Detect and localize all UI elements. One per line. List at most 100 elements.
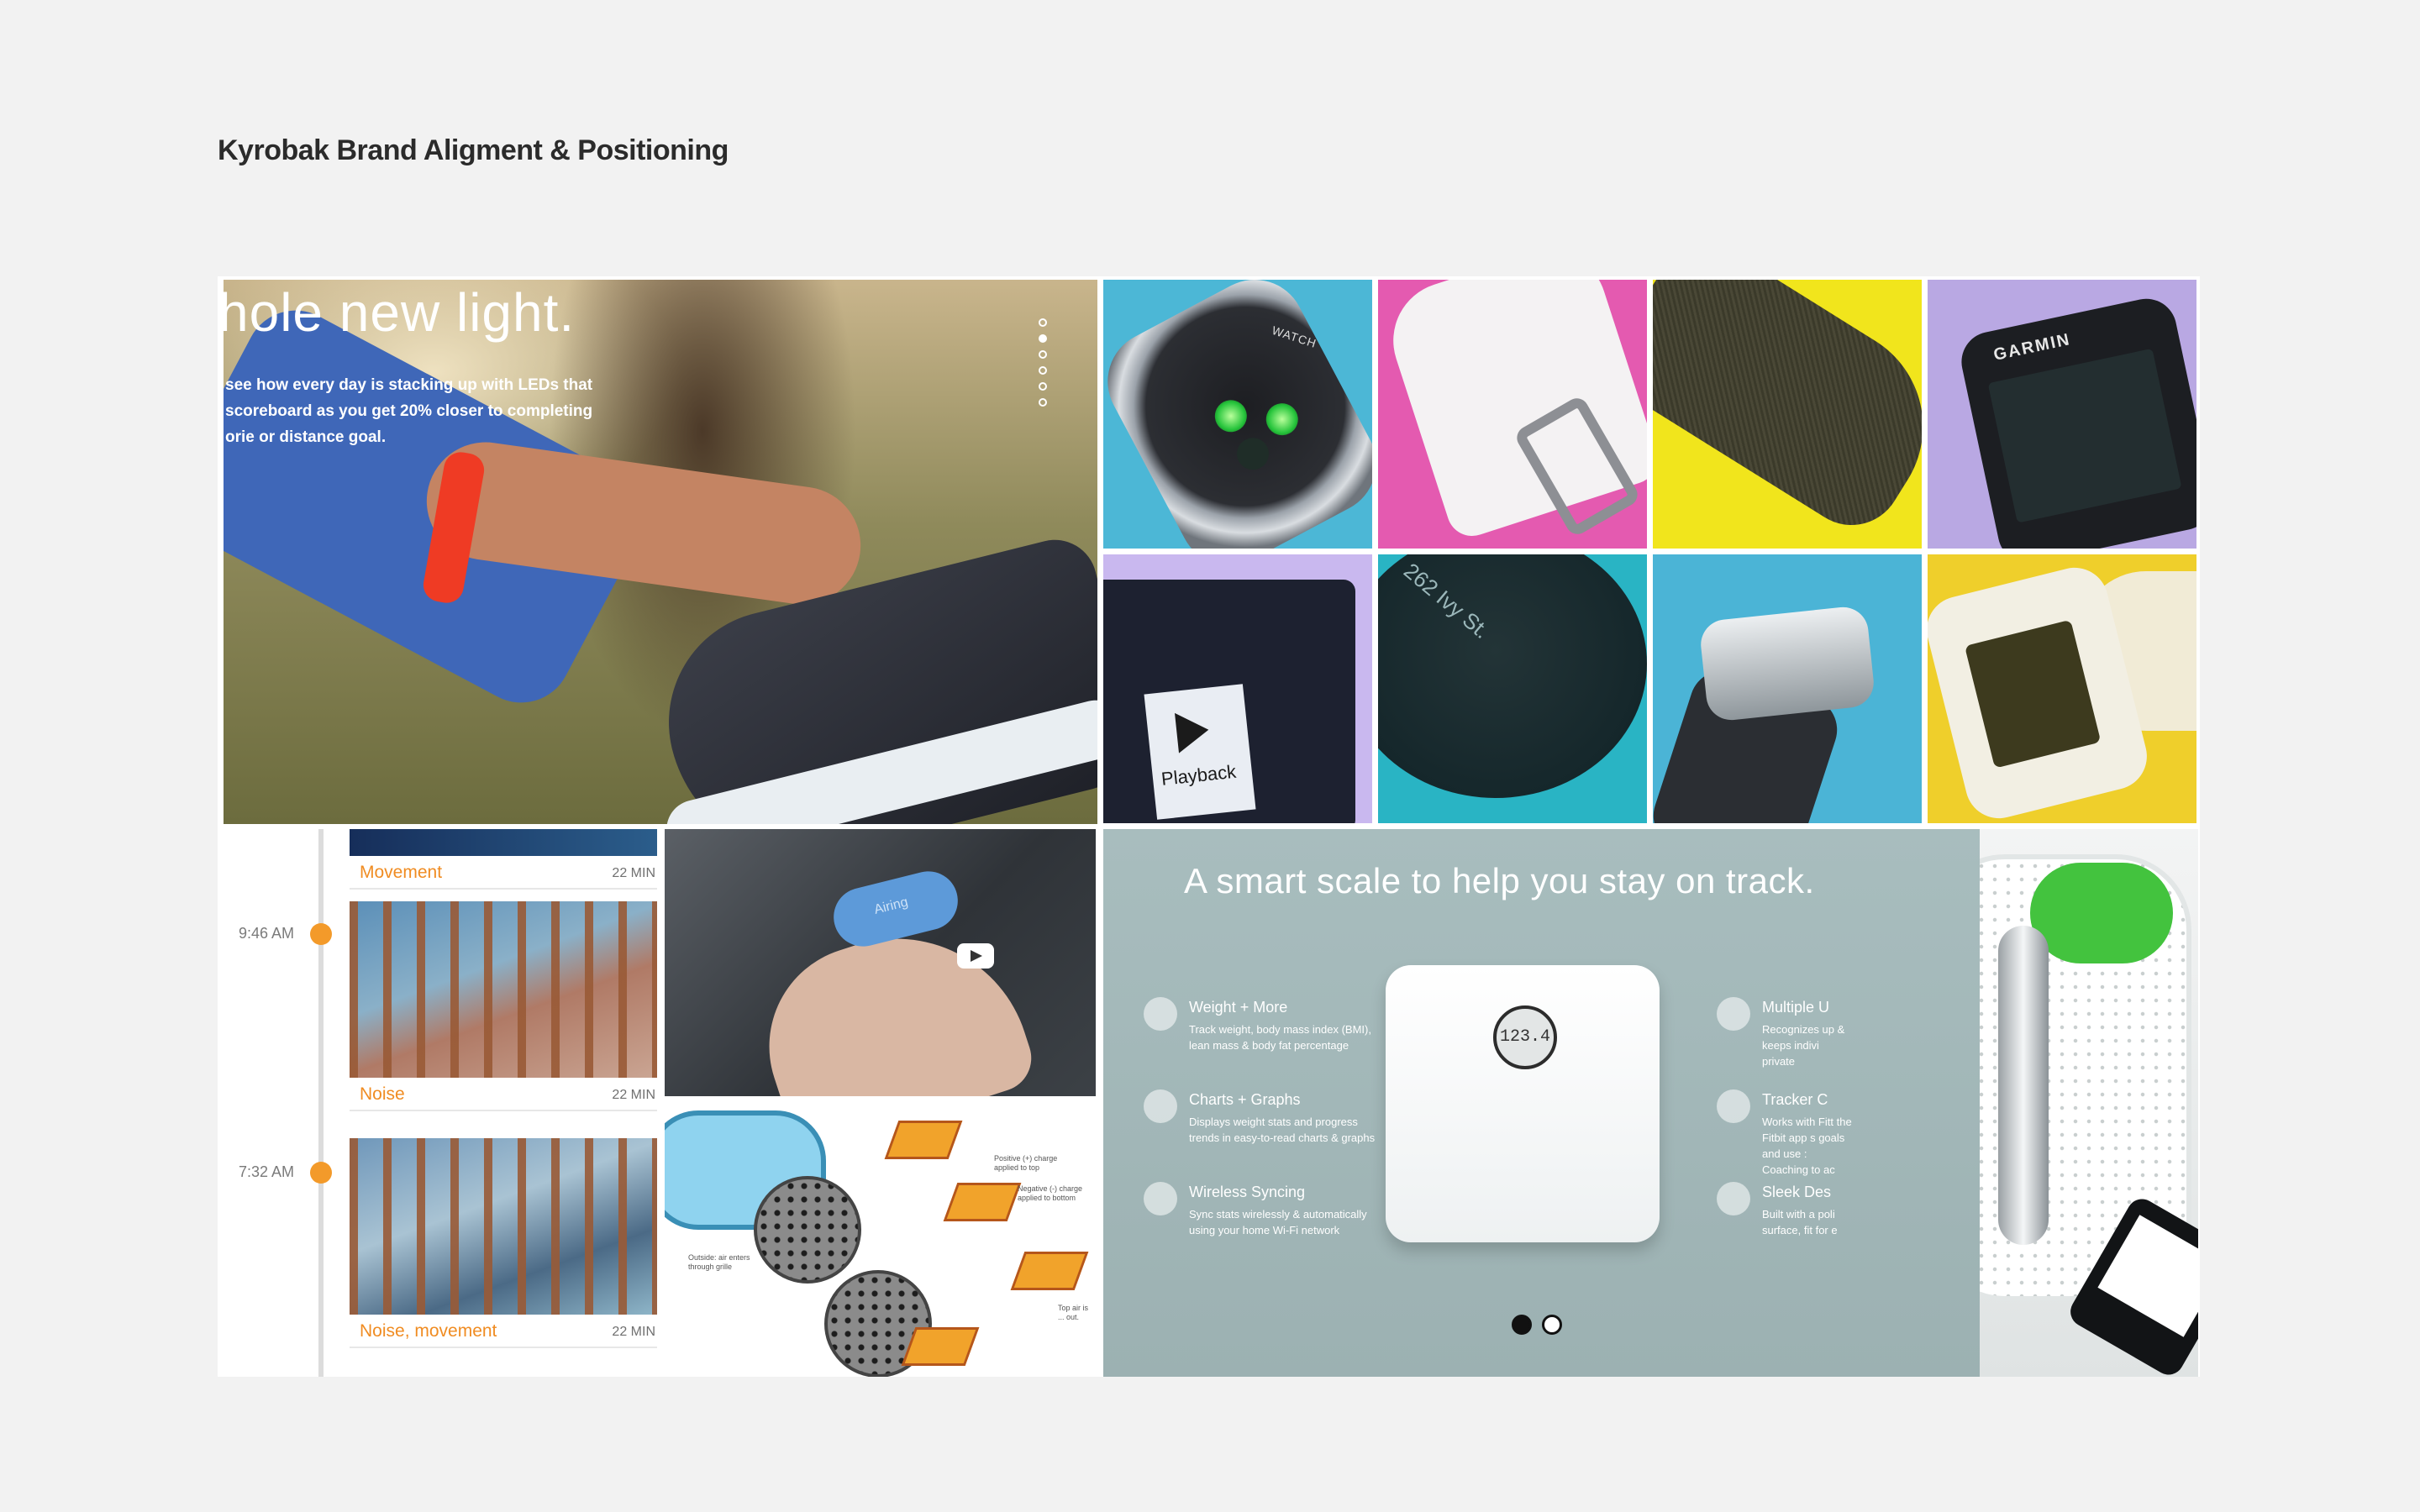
hero-slide-dot[interactable] [1039,382,1047,391]
moodboard: hole new light. see how every day is sta… [218,276,2200,1377]
diagram-plate [901,1327,980,1366]
hero-slide-dot[interactable] [1039,366,1047,375]
timeline-entry-meta: Noise, movement 22 MIN [350,1315,657,1348]
gopro-screen: Playback [1144,684,1256,820]
smart-scale-image: 123.4 [1386,965,1660,1242]
scale-feature: Tracker C Works with Fitt the Fitbit app… [1717,1089,1854,1178]
garmin-watch-image: GARMIN [1955,293,2196,549]
scale-readout: 123.4 [1493,1005,1557,1069]
diagram-plate [943,1183,1022,1221]
bp-monitor-tube [1998,926,2049,1245]
tile-yellow-band[interactable] [1653,280,1922,549]
diagram-plate [1010,1252,1089,1290]
timeline-node[interactable] [310,923,332,945]
scale-feature-title: Weight + More [1189,999,1288,1016]
garmin-screen [1987,348,2182,523]
hero-slide-dot[interactable] [1039,350,1047,359]
timeline-rail [318,829,324,1377]
pebble-screen [1964,619,2102,769]
timeline-entry[interactable]: Noise 22 MIN [350,901,657,1111]
scale-feature-title: Tracker C [1762,1091,1828,1108]
timeline-node[interactable] [310,1162,332,1184]
tile-pebble-watch[interactable] [1928,554,2196,823]
wifi-icon [1144,1182,1177,1215]
scale-feature-desc: Displays weight stats and progress trend… [1189,1116,1376,1144]
scale-feature: Wireless Syncing Sync stats wirelessly &… [1144,1182,1391,1238]
diagram-note: Negative (-) charge applied to bottom [1018,1184,1083,1202]
smartphone-screen [2097,1215,2198,1337]
scale-feature: Multiple U Recognizes up & keeps indivi … [1717,997,1854,1069]
hero-slide-dot-active[interactable] [1039,334,1047,343]
blood-pressure-monitor[interactable] [1980,829,2198,1377]
gopro-camera-image: Playback [1103,580,1355,823]
diagram-note: Outside: air enters through grille [688,1253,750,1271]
tile-pink-band[interactable] [1378,280,1647,549]
crib-bars [350,1138,657,1315]
activity-timeline: Movement 22 MIN 9:46 AM Noise 22 MIN 7:3… [224,829,659,1377]
hero-body-text: see how every day is stacking up with LE… [225,376,593,446]
chart-icon [1144,1089,1177,1123]
scale-pager-dot[interactable] [1542,1315,1562,1335]
apple-watch-image [1103,280,1372,549]
timeline-entry-meta: Movement 22 MIN [350,856,657,890]
tile-gopro-camera[interactable]: Playback [1103,554,1372,823]
bp-cuff-lining [2030,863,2173,963]
scale-pager [1512,1315,1572,1339]
hero-banner[interactable]: hole new light. see how every day is sta… [224,280,1097,824]
sensor-light [1209,394,1253,438]
hero-slide-dot[interactable] [1039,398,1047,407]
smart-scale-panel[interactable]: A smart scale to help you stay on track.… [1103,829,1980,1377]
hero-slide-dot[interactable] [1039,318,1047,327]
timeline-photo [350,829,657,856]
hero-slide-dots [1039,318,1050,414]
timeline-entry[interactable]: Movement 22 MIN [350,829,657,890]
timeline-entry[interactable]: Noise, movement 22 MIN [350,1138,657,1348]
design-icon [1717,1182,1750,1215]
tile-garmin-watch[interactable]: GARMIN [1928,280,2196,549]
gopro-screen-label: Playback [1160,760,1238,790]
scale-feature-title: Charts + Graphs [1189,1091,1301,1108]
diagram-grille [754,1176,861,1284]
scale-feature-title: Wireless Syncing [1189,1184,1306,1200]
scale-feature-title: Sleek Des [1762,1184,1832,1200]
garmin-logo: GARMIN [1991,330,2073,365]
scale-headline: A smart scale to help you stay on track. [1184,861,1815,900]
tile-apple-watch[interactable]: WATCH [1103,280,1372,549]
diagram-plate [884,1121,963,1159]
sensor-light [1260,397,1304,441]
tile-round-smartwatch[interactable]: 262 Ivy St. [1378,554,1647,823]
scale-feature-desc: Track weight, body mass index (BMI), lea… [1189,1023,1371,1052]
timeline-entry-label: Noise, movement [360,1321,497,1341]
scale-feature-desc: Sync stats wirelessly & automatically us… [1189,1208,1367,1236]
scale-feature: Charts + Graphs Displays weight stats an… [1144,1089,1391,1146]
users-icon [1717,997,1750,1031]
scale-feature-desc: Works with Fitt the Fitbit app s goals a… [1762,1116,1852,1176]
tile-steel-watch[interactable] [1653,554,1922,823]
timeline-entry-duration: 22 MIN [612,1325,655,1339]
page-title: Kyrobak Brand Aligment & Positioning [218,134,729,166]
scale-feature-desc: Built with a poli surface, fit for e [1762,1208,1838,1236]
timeline-photo-parent [350,1138,657,1315]
timeline-entry-duration: 22 MIN [612,1088,655,1102]
scale-feature-title: Multiple U [1762,999,1830,1016]
timeline-photo-baby [350,901,657,1078]
timeline-entry-meta: Noise 22 MIN [350,1078,657,1111]
play-icon [1175,709,1211,753]
diagram-note: Top air is ... out. [1058,1304,1089,1321]
product-video[interactable]: Airing [665,829,1096,1096]
timeline-time: 9:46 AM [239,925,295,942]
scale-icon [1144,997,1177,1031]
airflow-diagram: Outside: air enters through grille Posit… [665,1102,1096,1377]
video-device-label: Airing [872,895,910,917]
scale-feature: Sleek Des Built with a poli surface, fit… [1717,1182,1854,1238]
scale-pager-dot-active[interactable] [1512,1315,1532,1335]
steel-watch-image [1698,604,1876,723]
timeline-time: 7:32 AM [239,1163,295,1180]
hero-headline: hole new light. [224,282,576,343]
tracker-icon [1717,1089,1750,1123]
diagram-note: Positive (+) charge applied to top [994,1154,1058,1172]
timeline-entry-label: Noise [360,1084,405,1104]
yellow-band-image [1653,280,1922,544]
video-play-icon[interactable] [957,943,994,969]
scale-feature: Weight + More Track weight, body mass in… [1144,997,1391,1053]
